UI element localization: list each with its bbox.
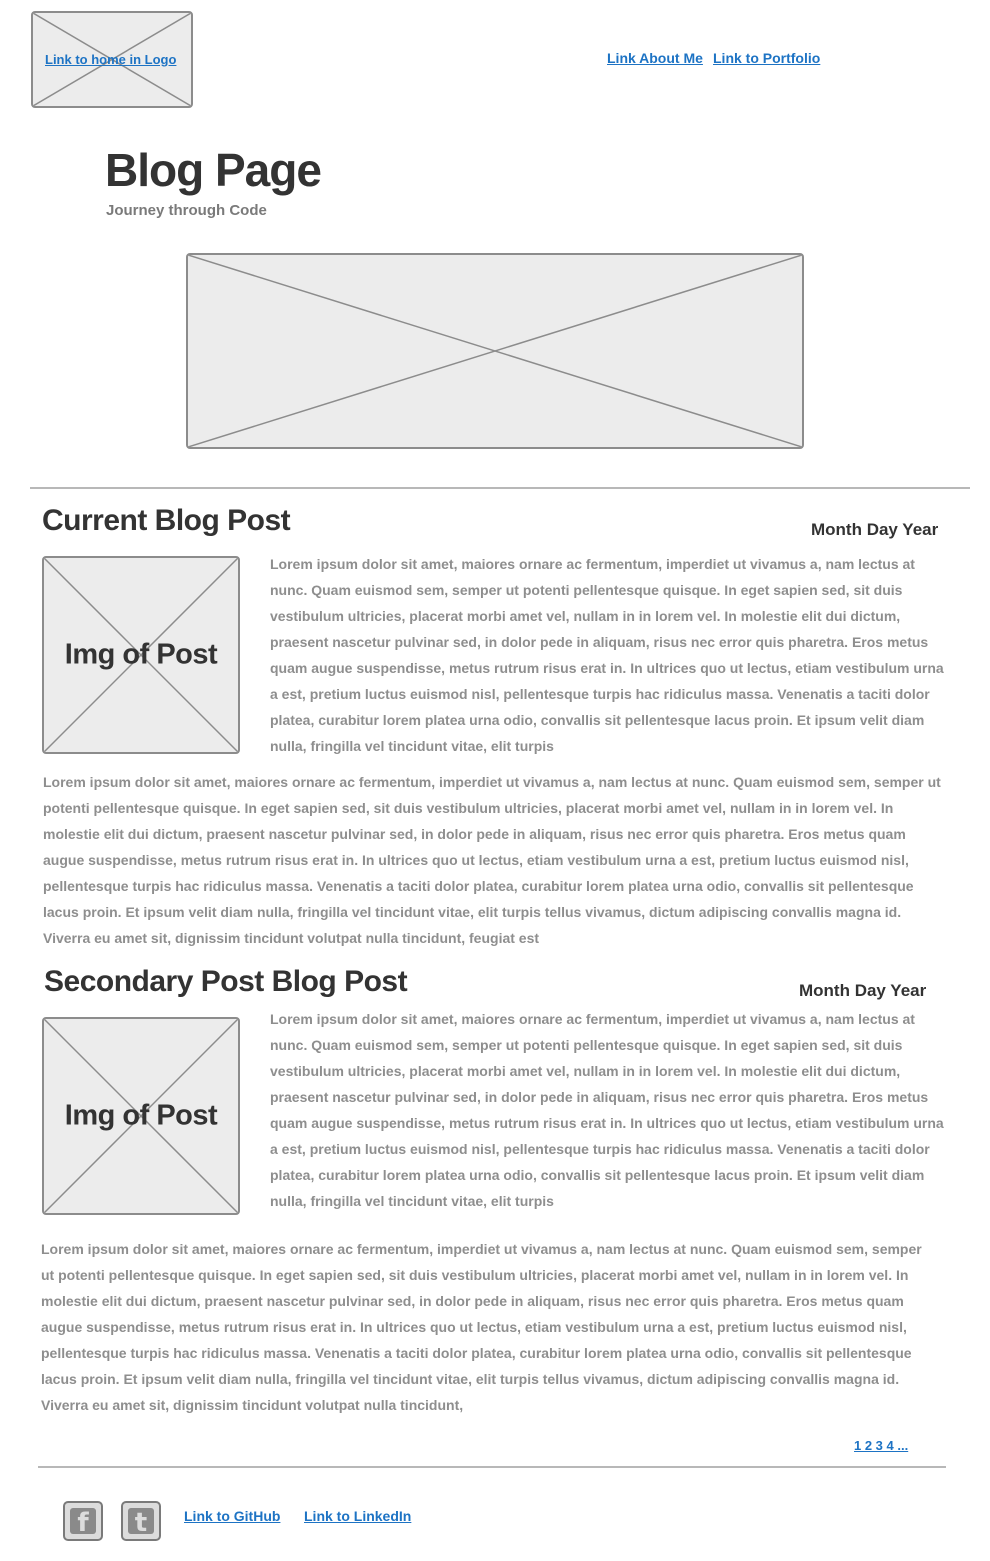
post-image-placeholder[interactable]: Img of Post [42,1017,240,1215]
nav-link-portfolio[interactable]: Link to Portfolio [713,50,820,66]
post-body-text: Lorem ipsum dolor sit amet, maiores orna… [41,1241,922,1413]
page-title: Blog Page [105,144,322,196]
post-title[interactable]: Current Blog Post [42,504,291,538]
facebook-icon[interactable]: f [63,1501,103,1541]
post-date: Month Day Year [811,520,939,539]
post-intro-text: Lorem ipsum dolor sit amet, maiores orna… [270,556,944,754]
divider [30,487,970,489]
post-image-label: Img of Post [64,1099,218,1132]
footer-link-github[interactable]: Link to GitHub [184,1508,280,1524]
post-body-text: Lorem ipsum dolor sit amet, maiores orna… [43,774,941,946]
twitter-icon[interactable]: t [121,1501,161,1541]
page-subtitle: Journey through Code [106,202,267,219]
post-date: Month Day Year [799,981,927,1000]
post-image-label: Img of Post [64,638,218,671]
footer-divider [38,1466,946,1468]
logo-home-link[interactable]: Link to home in Logo [45,52,176,67]
logo-placeholder[interactable]: Link to home in Logo [31,11,193,108]
hero-image-placeholder [186,253,804,449]
pagination-links[interactable]: 1 2 3 4 ... [854,1438,908,1453]
post-image-placeholder[interactable]: Img of Post [42,556,240,754]
post-title[interactable]: Secondary Post Blog Post [44,965,408,999]
post-intro-text: Lorem ipsum dolor sit amet, maiores orna… [270,1011,944,1209]
nav-link-about[interactable]: Link About Me [607,50,703,66]
placeholder-cross-icon [188,255,802,447]
footer-link-linkedin[interactable]: Link to LinkedIn [304,1508,411,1524]
